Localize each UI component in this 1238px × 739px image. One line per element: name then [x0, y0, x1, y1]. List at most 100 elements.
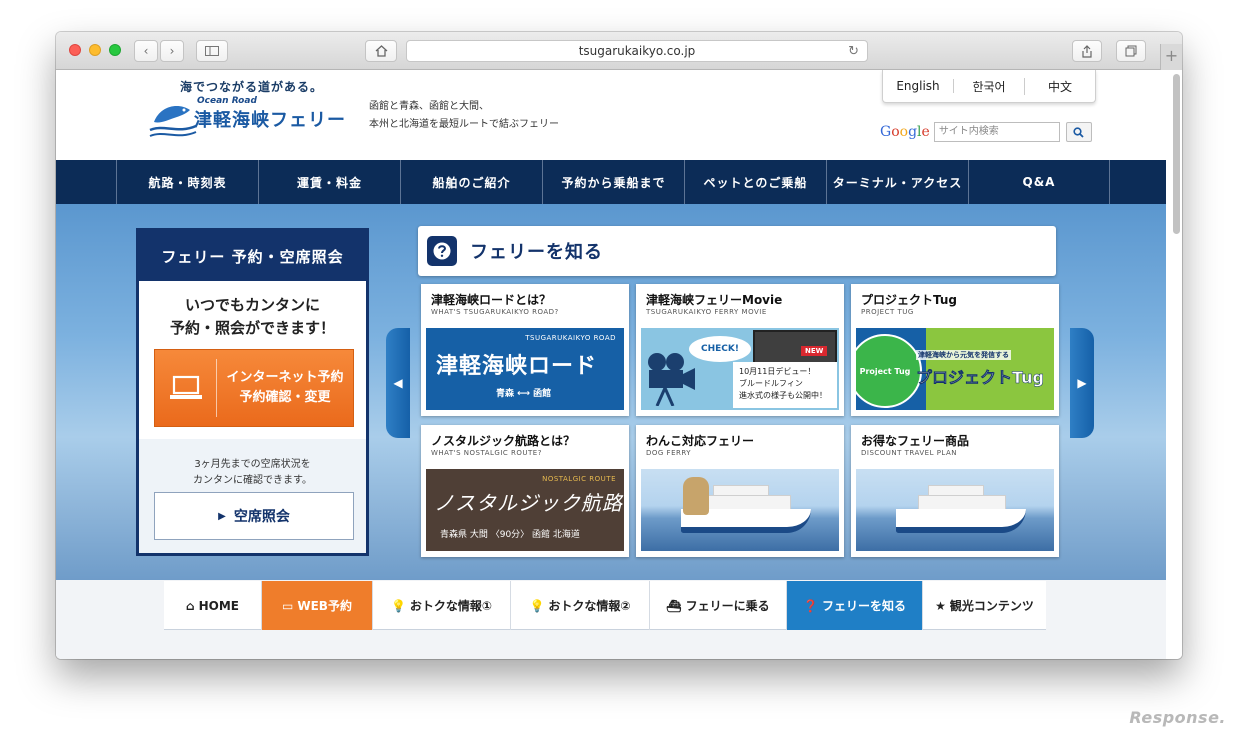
check-bubble: CHECK!: [689, 336, 751, 362]
new-tab-button[interactable]: +: [1160, 44, 1182, 70]
card-tsugaru-road[interactable]: 津軽海峡ロードとは？ WHAT'S TSUGARUKAIKYO ROAD? TS…: [421, 284, 629, 416]
lang-korean[interactable]: 한국어: [954, 77, 1025, 95]
ocean-road-label: Ocean Road: [197, 96, 257, 106]
subnav-sightseeing[interactable]: ★ 観光コンテンツ: [923, 581, 1046, 630]
site-search: Google サイト内検索: [880, 122, 1092, 142]
brand-name[interactable]: 津軽海峡フェリー: [194, 106, 346, 132]
search-button[interactable]: [1065, 122, 1092, 142]
tabs-overview-button[interactable]: [1116, 40, 1146, 62]
nav-pets[interactable]: ペットとのご乗船: [684, 160, 826, 204]
site-description: 函館と青森、函館と大間、 本州と北海道を最短ルートで結ぶフェリー: [369, 98, 559, 134]
zoom-window-button[interactable]: [109, 44, 121, 56]
message-line: 予約・照会ができます！: [169, 319, 335, 337]
subnav-web-reservation[interactable]: ▭ WEB予約: [262, 581, 373, 630]
lang-chinese[interactable]: 中文: [1025, 78, 1095, 95]
card-ferry-movie[interactable]: 津軽海峡フェリーMovie TSUGARUKAIKYO FERRY MOVIE …: [636, 284, 844, 416]
back-button[interactable]: ‹: [134, 40, 158, 62]
nav-terminal-access[interactable]: ターミナル・アクセス: [826, 160, 968, 204]
image-route: 青森 ⟷ 函館: [496, 389, 552, 399]
tagline: 海でつながる道がある。: [180, 80, 324, 94]
card-title: 津軽海峡ロードとは？: [431, 293, 552, 307]
note-line: 3ヶ月先までの空席状況を: [194, 459, 311, 470]
card-nostalgic-route[interactable]: ノスタルジック航路とは？ WHAT'S NOSTALGIC ROUTE? NOS…: [421, 425, 629, 557]
vertical-scrollbar[interactable]: [1173, 74, 1180, 234]
reservation-panel: フェリー 予約・空席照会 いつでもカンタンに 予約・照会ができます！ インターネ…: [136, 228, 369, 556]
lang-english[interactable]: English: [883, 79, 954, 93]
card-image: [641, 469, 839, 551]
tabs-icon: [1125, 45, 1137, 57]
sub-nav: ⌂ HOME ▭ WEB予約 💡 おトクな情報① 💡 おトクな情報② ⛴ フェリ…: [56, 580, 1166, 659]
question-icon: ❓: [803, 598, 818, 613]
card-image: NOSTALGIC ROUTE ノスタルジック航路 青森県 大間 〈90分〉 函…: [426, 469, 624, 551]
new-badge: NEW: [801, 346, 828, 356]
carousel-next-button[interactable]: ▶: [1070, 328, 1094, 438]
sidebar-toggle-button[interactable]: [196, 40, 228, 62]
triangle-right-icon: ▶: [1077, 376, 1087, 390]
close-window-button[interactable]: [69, 44, 81, 56]
subnav-label: フェリーを知る: [821, 599, 906, 613]
internet-reservation-button[interactable]: インターネット予約 予約確認・変更: [154, 349, 354, 427]
subnav-label: HOME: [198, 598, 239, 613]
card-discount-plan[interactable]: お得なフェリー商品 DISCOUNT TRAVEL PLAN: [851, 425, 1059, 557]
card-title: ノスタルジック航路とは？: [431, 434, 576, 448]
browser-window: ‹ › tsugarukaikyo.co.jp ↻ + 海でつながる道がある。 …: [56, 32, 1182, 659]
card-dog-ferry[interactable]: わんこ対応フェリー DOG FERRY: [636, 425, 844, 557]
chevron-left-icon: ‹: [143, 44, 149, 58]
internet-line: 予約確認・変更: [239, 390, 331, 405]
internet-line: インターネット予約: [226, 370, 344, 385]
google-logo: Google: [880, 124, 930, 140]
nav-fares[interactable]: 運賃・料金: [258, 160, 400, 204]
site-header: 海でつながる道がある。 Ocean Road 津軽海峡フェリー 函館と青森、函館…: [56, 70, 1166, 160]
dolphin-logo-icon[interactable]: [148, 96, 198, 140]
question-icon: [427, 236, 457, 266]
image-headline: ノスタルジック航路: [434, 491, 623, 515]
laptop-icon: [155, 359, 217, 417]
vacancy-check-button[interactable]: ▶ 空席照会: [154, 492, 354, 540]
sidebar-icon: [205, 46, 219, 56]
internet-reservation-label: インターネット予約 予約確認・変更: [217, 368, 353, 408]
note-line: 10月11日デビュー！: [739, 367, 816, 376]
search-input[interactable]: サイト内検索: [933, 122, 1060, 142]
vacancy-check-label: 空席照会: [233, 509, 290, 525]
card-subtitle: PROJECT TUG: [861, 308, 914, 316]
home-button[interactable]: [365, 40, 397, 62]
image-headline: プロジェクトTug: [916, 368, 1045, 388]
minimize-window-button[interactable]: [89, 44, 101, 56]
know-ferry-header: フェリーを知る: [418, 226, 1056, 276]
message-line: いつでもカンタンに: [184, 296, 320, 314]
subnav-deals-2[interactable]: 💡 おトクな情報②: [511, 581, 650, 630]
subnav-home[interactable]: ⌂ HOME: [164, 581, 262, 630]
pc-icon: ▭: [282, 598, 294, 613]
card-title: 津軽海峡フェリーMovie: [646, 293, 783, 307]
ship-icon: ⛴: [666, 598, 682, 613]
screenshot-stage: ‹ › tsugarukaikyo.co.jp ↻ + 海でつながる道がある。 …: [0, 0, 1238, 739]
share-button[interactable]: [1072, 40, 1102, 62]
reload-icon[interactable]: ↻: [848, 42, 859, 62]
subnav-label: 観光コンテンツ: [949, 599, 1034, 613]
address-bar[interactable]: tsugarukaikyo.co.jp ↻: [406, 40, 868, 62]
card-title: お得なフェリー商品: [861, 434, 970, 448]
bulb-icon: 💡: [529, 598, 545, 613]
subnav-label: WEB予約: [297, 599, 352, 613]
nav-route-timetable[interactable]: 航路・時刻表: [116, 160, 258, 204]
reservation-message: いつでもカンタンに 予約・照会ができます！: [139, 281, 366, 340]
subnav-ride-ferry[interactable]: ⛴ フェリーに乗る: [650, 581, 787, 630]
forward-button[interactable]: ›: [160, 40, 184, 62]
image-caption: TSUGARUKAIKYO ROAD: [525, 334, 616, 342]
nav-ships[interactable]: 船舶のご紹介: [400, 160, 542, 204]
subnav-label: おトクな情報①: [409, 599, 493, 613]
card-subtitle: DOG FERRY: [646, 449, 692, 457]
home-icon: ⌂: [186, 598, 195, 613]
share-icon: [1082, 44, 1092, 58]
subnav-deals-1[interactable]: 💡 おトクな情報①: [373, 581, 511, 630]
response-watermark: Response.: [1129, 708, 1226, 727]
nav-qa[interactable]: Q&A: [968, 160, 1110, 204]
nav-reservation-to-boarding[interactable]: 予約から乗船まで: [542, 160, 684, 204]
carousel-prev-button[interactable]: ◀: [386, 328, 410, 438]
card-image: TSUGARUKAIKYO ROAD 津軽海峡ロード 青森 ⟷ 函館: [426, 328, 624, 410]
card-project-tug[interactable]: プロジェクトTug PROJECT TUG Project Tug 津軽海峡から…: [851, 284, 1059, 416]
bulb-icon: 💡: [390, 598, 406, 613]
card-title: プロジェクトTug: [861, 293, 958, 307]
main-nav: 航路・時刻表 運賃・料金 船舶のご紹介 予約から乗船まで ペットとのご乗船 ター…: [56, 160, 1166, 204]
subnav-know-ferry[interactable]: ❓ フェリーを知る: [787, 581, 923, 630]
